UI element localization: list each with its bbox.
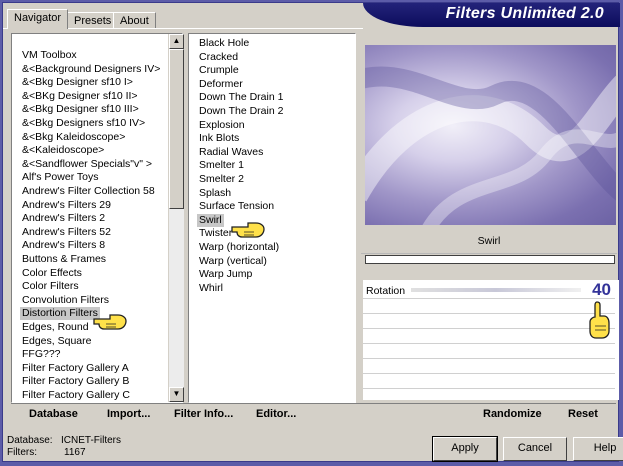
import-button[interactable]: Import... [107,408,150,420]
category-list-item[interactable]: Edges, Round [22,321,89,334]
filters-status-value: 1167 [64,447,86,458]
effect-list-item[interactable]: Ink Blots [199,132,239,145]
tab-presets[interactable]: Presets [67,12,119,28]
category-list-item[interactable]: Alf's Power Toys [22,171,99,184]
tab-navigator[interactable]: Navigator [7,9,69,29]
progress-bar [365,255,615,264]
category-list-item[interactable]: Filter Factory Gallery C [22,389,130,402]
status-area: Database: ICNET-Filters Filters: 1167 [7,435,121,459]
category-list-item[interactable]: Filter Factory Gallery A [22,362,129,375]
pointing-up-hand-icon [589,301,610,339]
effect-list-item[interactable]: Twister [199,227,232,240]
filters-status-label: Filters: [7,447,37,458]
effect-list-item[interactable]: Surface Tension [199,200,274,213]
param-row-divider [363,313,615,314]
effect-list-item[interactable]: Warp (horizontal) [199,241,279,254]
effect-list-item[interactable]: Splash [199,187,231,200]
category-list-item[interactable]: &<Bkg Designers sf10 IV> [22,117,145,130]
effect-list-item[interactable]: Warp (vertical) [199,255,267,268]
category-list-item[interactable]: Edges, Square [22,335,91,348]
effect-list-item[interactable]: Swirl [197,213,224,227]
param-row-divider [363,388,615,389]
category-list-item[interactable]: FFG??? [22,348,61,361]
filters-unlimited-window: Filters Unlimited 2.0 Navigator Presets … [2,2,623,462]
database-status-value: ICNET-Filters [61,435,121,446]
action-bar: Database Import... Filter Info... Editor… [11,403,616,426]
effect-list[interactable]: Black Hole Cracked Crumple Deformer Down The… [188,33,356,403]
category-list-item[interactable]: Buttons & Frames [22,253,106,266]
rotation-value: 40 [592,280,611,299]
app-title: Filters Unlimited 2.0 [445,5,604,22]
filter-info-button[interactable]: Filter Info... [174,408,233,420]
category-list-item[interactable]: Andrew's Filters 52 [22,226,111,239]
help-button[interactable]: Help [573,437,623,461]
scroll-thumb[interactable] [169,49,184,209]
category-list-item[interactable]: Andrew's Filters 2 [22,212,105,225]
effect-list-item[interactable]: Smelter 1 [199,159,244,172]
param-row-divider [363,358,615,359]
category-list-item[interactable]: Andrew's Filters 29 [22,199,111,212]
effect-preview [365,45,616,225]
editor-button[interactable]: Editor... [256,408,296,420]
tab-about[interactable]: About [113,12,156,28]
effect-list-item[interactable]: Radial Waves [199,146,263,159]
effect-list-item[interactable]: Crumple [199,64,239,77]
swirl-preview-image [365,66,616,225]
title-banner: Filters Unlimited 2.0 [363,3,620,27]
effect-list-item[interactable]: Warp Jump [199,268,252,281]
rotation-slider[interactable] [411,288,581,292]
apply-button[interactable]: Apply [432,436,498,462]
category-list-item[interactable]: Filter Factory Gallery B [22,375,129,388]
effect-list-item[interactable]: Deformer [199,78,243,91]
effect-list-item[interactable]: Down The Drain 2 [199,105,283,118]
effect-list-item[interactable]: Smelter 2 [199,173,244,186]
category-list-item[interactable]: Andrew's Filters 8 [22,239,105,252]
category-list-item[interactable]: Andrew's Filter Collection 58 [22,185,155,198]
rotation-label: Rotation [366,285,406,297]
effect-list-item[interactable]: Explosion [199,119,245,132]
database-button[interactable]: Database [29,408,78,420]
category-list-item[interactable]: &<Sandflower Specials"v" > [22,158,152,171]
parameter-panel: Rotation 40 [363,280,619,400]
effect-list-item[interactable]: Down The Drain 1 [199,91,283,104]
effect-list-item[interactable]: Cracked [199,51,238,64]
category-list-item[interactable]: Convolution Filters [22,294,109,307]
category-list-item[interactable]: Color Effects [22,267,82,280]
param-row-divider [363,298,615,299]
pointing-hand-icon [231,222,265,238]
category-list-item[interactable]: &<Kaleidoscope> [22,144,104,157]
category-list-item[interactable]: &<BKg Designer sf10 II> [22,90,138,103]
category-scrollbar[interactable]: ▲ ▼ [168,34,184,402]
scroll-up-button[interactable]: ▲ [169,34,184,49]
category-list-item[interactable]: &<Bkg Designer sf10 I> [22,76,133,89]
filter-category-list[interactable]: VM Toolbox &<Background Designers IV> &<Bk… [11,33,184,403]
pointing-hand-icon [93,314,127,330]
param-row-divider [363,343,615,344]
effect-list-item[interactable]: Whirl [199,282,223,295]
scroll-down-button[interactable]: ▼ [169,387,184,402]
category-list-item[interactable]: Color Filters [22,280,79,293]
category-list-item[interactable]: VM Toolbox [22,49,77,62]
category-list-item[interactable]: &<Bkg Designer sf10 III> [22,103,139,116]
category-list-item[interactable]: Distortion Filters [20,307,100,321]
filter-name-bar: Swirl [361,229,617,254]
category-list-item[interactable]: &<Background Designers IV> [22,63,160,76]
reset-button[interactable]: Reset [568,408,598,420]
category-list-item[interactable]: &<Bkg Kaleidoscope> [22,131,125,144]
randomize-button[interactable]: Randomize [483,408,542,420]
param-row-divider [363,373,615,374]
cancel-button[interactable]: Cancel [503,437,567,461]
current-filter-name: Swirl [477,235,501,247]
database-status-label: Database: [7,435,53,446]
effect-list-item[interactable]: Black Hole [199,37,249,50]
param-row-divider [363,328,615,329]
